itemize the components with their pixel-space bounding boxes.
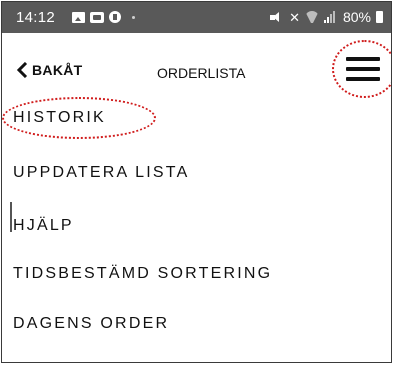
menu-item-historik[interactable]: HISTORIK — [13, 109, 106, 127]
page-title: ORDERLISTA — [157, 65, 246, 81]
phone-screen: 14:12 ✕ 80% BAKÅT ORDERLISTA HISTORIK UP… — [1, 1, 392, 363]
back-label: BAKÅT — [32, 62, 83, 78]
gallery-icon — [72, 11, 85, 23]
mute-icon — [270, 11, 284, 23]
status-time: 14:12 — [16, 9, 56, 26]
panel-edge-divider — [10, 202, 12, 232]
menu-item-tidsbestamd-sortering[interactable]: TIDSBESTÄMD SORTERING — [13, 265, 272, 283]
battery-percentage: 80% — [342, 9, 371, 25]
signal-icon — [323, 11, 338, 23]
battery-icon — [376, 11, 383, 23]
circle-alert-icon — [109, 11, 121, 23]
menu-item-hjalp[interactable]: HJÄLP — [13, 217, 74, 235]
tv-icon — [90, 11, 104, 23]
back-button[interactable]: BAKÅT — [16, 62, 83, 78]
menu-item-dagens-order[interactable]: DAGENS ORDER — [13, 315, 169, 333]
status-bar: 14:12 ✕ 80% — [2, 2, 391, 33]
menu-item-uppdatera-lista[interactable]: UPPDATERA LISTA — [13, 164, 189, 182]
notification-icons — [72, 11, 135, 23]
wifi-icon — [305, 11, 319, 23]
nfc-icon: ✕ — [289, 9, 300, 25]
chevron-left-icon — [16, 62, 28, 78]
more-notifications-dot-icon — [132, 15, 135, 19]
menu-highlight-circle — [332, 40, 391, 98]
system-icons: ✕ 80% — [270, 9, 383, 25]
